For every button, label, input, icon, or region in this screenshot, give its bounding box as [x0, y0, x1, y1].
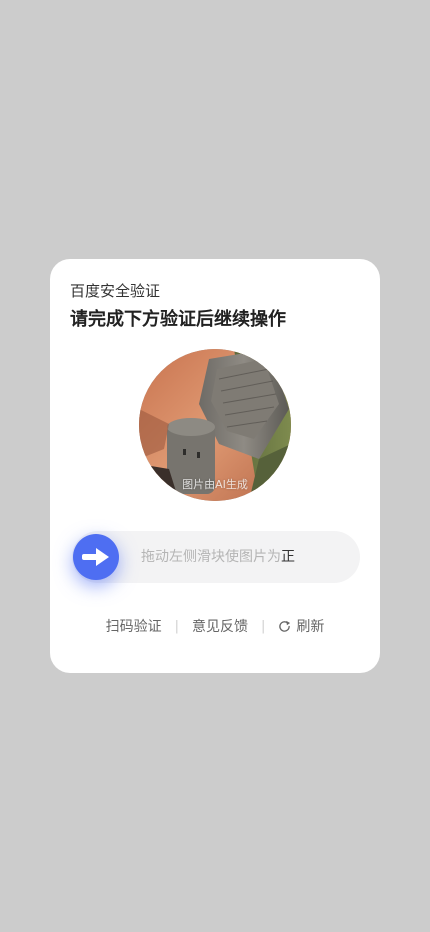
refresh-label: 刷新 — [296, 619, 325, 635]
slider-hint: 拖动左侧滑块使图片为正 — [141, 531, 295, 583]
brand-label: 百度安全验证 — [70, 282, 161, 300]
slider-hint-text: 拖动左侧滑块使图片为 — [141, 549, 281, 565]
footer-separator: | — [174, 618, 179, 634]
qr-verify-link[interactable]: 扫码验证 — [106, 616, 162, 636]
arrow-right-icon — [82, 548, 109, 566]
slider-knob[interactable] — [73, 534, 119, 580]
slider-hint-emphasis: 正 — [281, 549, 295, 565]
ai-generated-note: 图片由AI生成 — [182, 478, 248, 491]
footer-separator: | — [261, 618, 266, 634]
feedback-link[interactable]: 意见反馈 — [192, 616, 248, 636]
refresh-button[interactable]: 刷新 — [278, 616, 324, 636]
verification-card: 百度安全验证 请完成下方验证后继续操作 图片由AI生成 拖动左侧滑块使图片为正 … — [50, 259, 380, 673]
page-title: 请完成下方验证后继续操作 — [70, 309, 286, 330]
footer-actions: 扫码验证 | 意见反馈 | 刷新 — [50, 615, 380, 637]
rotate-puzzle-image: 图片由AI生成 — [139, 349, 291, 501]
refresh-icon — [279, 620, 291, 632]
